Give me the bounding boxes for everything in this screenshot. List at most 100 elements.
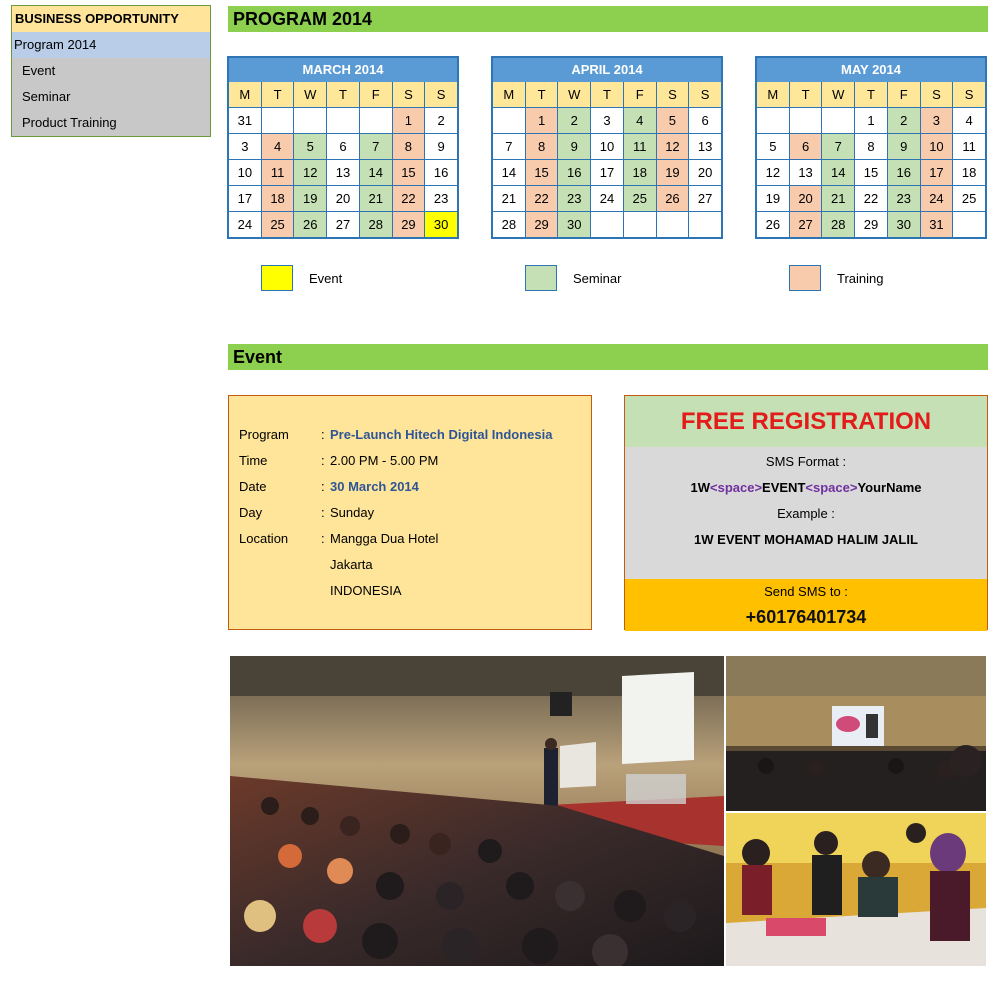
calendar-day: 3: [229, 134, 261, 159]
calendar-day-seminar: 7: [822, 134, 855, 159]
calendar-day: 5: [757, 134, 789, 159]
info-colon: :: [321, 505, 325, 520]
calendar-april: APRIL 2014 M T W T F S S 1 2 3 4 5 6 7 8 9 10 11 12 13 14 15 1…: [491, 56, 723, 239]
calendar-day: 20: [689, 160, 721, 185]
legend-swatch-seminar: [525, 265, 557, 291]
info-colon: :: [321, 453, 325, 468]
calendar-day-training: 19: [656, 160, 689, 185]
sidebar-item-program-2014[interactable]: Program 2014: [12, 32, 210, 58]
example-text: 1W EVENT MOHAMAD HALIM JALIL: [694, 532, 918, 547]
calendar-day: 6: [689, 108, 721, 133]
calendar-day: 31: [229, 108, 261, 133]
weekday-header: W: [822, 82, 855, 107]
sidebar-item-seminar[interactable]: Seminar: [12, 84, 210, 110]
weekday-header: W: [294, 82, 327, 107]
calendar-day-empty: [789, 108, 822, 133]
calendar-day-seminar: 14: [822, 160, 855, 185]
calendar-day-seminar: 18: [623, 160, 656, 185]
calendar-title: APRIL 2014: [493, 58, 721, 82]
calendar-day-seminar: 23: [558, 186, 591, 211]
calendar-day-training: 8: [525, 134, 558, 159]
legend-label-training: Training: [837, 270, 884, 286]
calendar-day-seminar: 14: [359, 160, 392, 185]
calendar-day-training: 4: [261, 134, 294, 159]
weekday-header: M: [229, 82, 261, 107]
format-suffix: YourName: [857, 480, 922, 495]
legend-seminar: Seminar: [525, 264, 621, 292]
event-header: Event: [228, 344, 988, 370]
calendar-day: 24: [229, 212, 261, 237]
weekday-header: F: [887, 82, 920, 107]
info-colon: :: [321, 531, 325, 546]
calendar-day-training: 25: [261, 212, 294, 237]
calendar-day-training: 29: [525, 212, 558, 237]
calendar-day: 8: [855, 134, 887, 159]
calendar-day-seminar: 9: [558, 134, 591, 159]
sidebar-item-product-training[interactable]: Product Training: [12, 110, 210, 136]
calendar-day-event: 30: [425, 212, 457, 237]
registration-photo-icon: [726, 813, 986, 966]
calendar-day: 29: [855, 212, 887, 237]
calendar-day: 6: [327, 134, 359, 159]
calendar-day-training: 17: [920, 160, 953, 185]
calendar-day-empty: [493, 108, 525, 133]
auditorium-photo-icon: [230, 656, 724, 966]
calendar-day-empty: [261, 108, 294, 133]
calendar-day-training: 24: [920, 186, 953, 211]
calendar-day: 11: [953, 134, 985, 159]
info-label: Program: [239, 427, 289, 442]
weekday-header: W: [558, 82, 591, 107]
registration-instructions: SMS Format : 1W<space>EVENT<space>YourNa…: [625, 449, 987, 579]
info-colon: :: [321, 479, 325, 494]
calendar-day: 19: [757, 186, 789, 211]
event-photo-presentation: [726, 656, 986, 811]
sms-format-text: 1W<space>EVENT<space>YourName: [625, 475, 987, 501]
sidebar-item-event[interactable]: Event: [12, 58, 210, 84]
calendar-day: 23: [425, 186, 457, 211]
calendar-grid: M T W T F S S 1 2 3 4 5 6 7 8 9 10 11 12 13 14 15 16 17 18 19 20 21…: [493, 82, 721, 237]
calendar-day: 1: [855, 108, 887, 133]
calendar-day: 25: [953, 186, 985, 211]
calendar-day-seminar: 19: [294, 186, 327, 211]
info-row-date: Date : 30 March 2014: [239, 477, 419, 497]
calendar-grid: M T W T F S S 1 2 3 4 5 6 7 8 9 10 11 12 13 14 15 16 17 18 19 20 21…: [757, 82, 985, 237]
calendar-day-empty: [757, 108, 789, 133]
event-photo-auditorium: [230, 656, 724, 966]
calendar-day: 22: [855, 186, 887, 211]
weekday-header: S: [392, 82, 425, 107]
weekday-header: T: [525, 82, 558, 107]
calendar-day: 17: [229, 186, 261, 211]
calendar-day-training: 11: [261, 160, 294, 185]
phone-number[interactable]: +60176401734: [625, 605, 987, 629]
legend-swatch-event: [261, 265, 293, 291]
calendar-march: MARCH 2014 M T W T F S S 31 1 2 3 4 5 6 7 8 9 10 11 12 13 14 1…: [227, 56, 459, 239]
calendar-day: 18: [953, 160, 985, 185]
event-info-box: Program : Pre-Launch Hitech Digital Indo…: [228, 395, 592, 630]
info-row-time: Time : 2.00 PM - 5.00 PM: [239, 451, 438, 471]
info-row-location: Location : Mangga Dua Hotel: [239, 529, 438, 549]
weekday-header: T: [261, 82, 294, 107]
weekday-header: M: [757, 82, 789, 107]
calendar-title: MARCH 2014: [229, 58, 457, 82]
legend-label-event: Event: [309, 270, 343, 286]
calendar-day-training: 12: [656, 134, 689, 159]
calendar-day-training: 5: [656, 108, 689, 133]
calendar-day-training: 20: [789, 186, 822, 211]
calendar-day-seminar: 16: [558, 160, 591, 185]
calendar-day: 15: [855, 160, 887, 185]
registration-title: FREE REGISTRATION: [625, 396, 987, 447]
calendar-day: 26: [757, 212, 789, 237]
send-sms-label: Send SMS to :: [764, 584, 848, 599]
calendar-day: 20: [327, 186, 359, 211]
legend-label-seminar: Seminar: [573, 270, 622, 286]
info-row-program: Program : Pre-Launch Hitech Digital Indo…: [239, 425, 552, 445]
calendar-day-seminar: 26: [294, 212, 327, 237]
calendar-day-seminar: 9: [887, 134, 920, 159]
weekday-header: S: [656, 82, 689, 107]
calendar-day-seminar: 21: [359, 186, 392, 211]
weekday-header: S: [425, 82, 457, 107]
calendar-day-empty: [656, 212, 689, 237]
info-value-date: 30 March 2014: [330, 479, 419, 494]
format-prefix: 1W: [690, 480, 711, 495]
calendar-day: 14: [493, 160, 525, 185]
